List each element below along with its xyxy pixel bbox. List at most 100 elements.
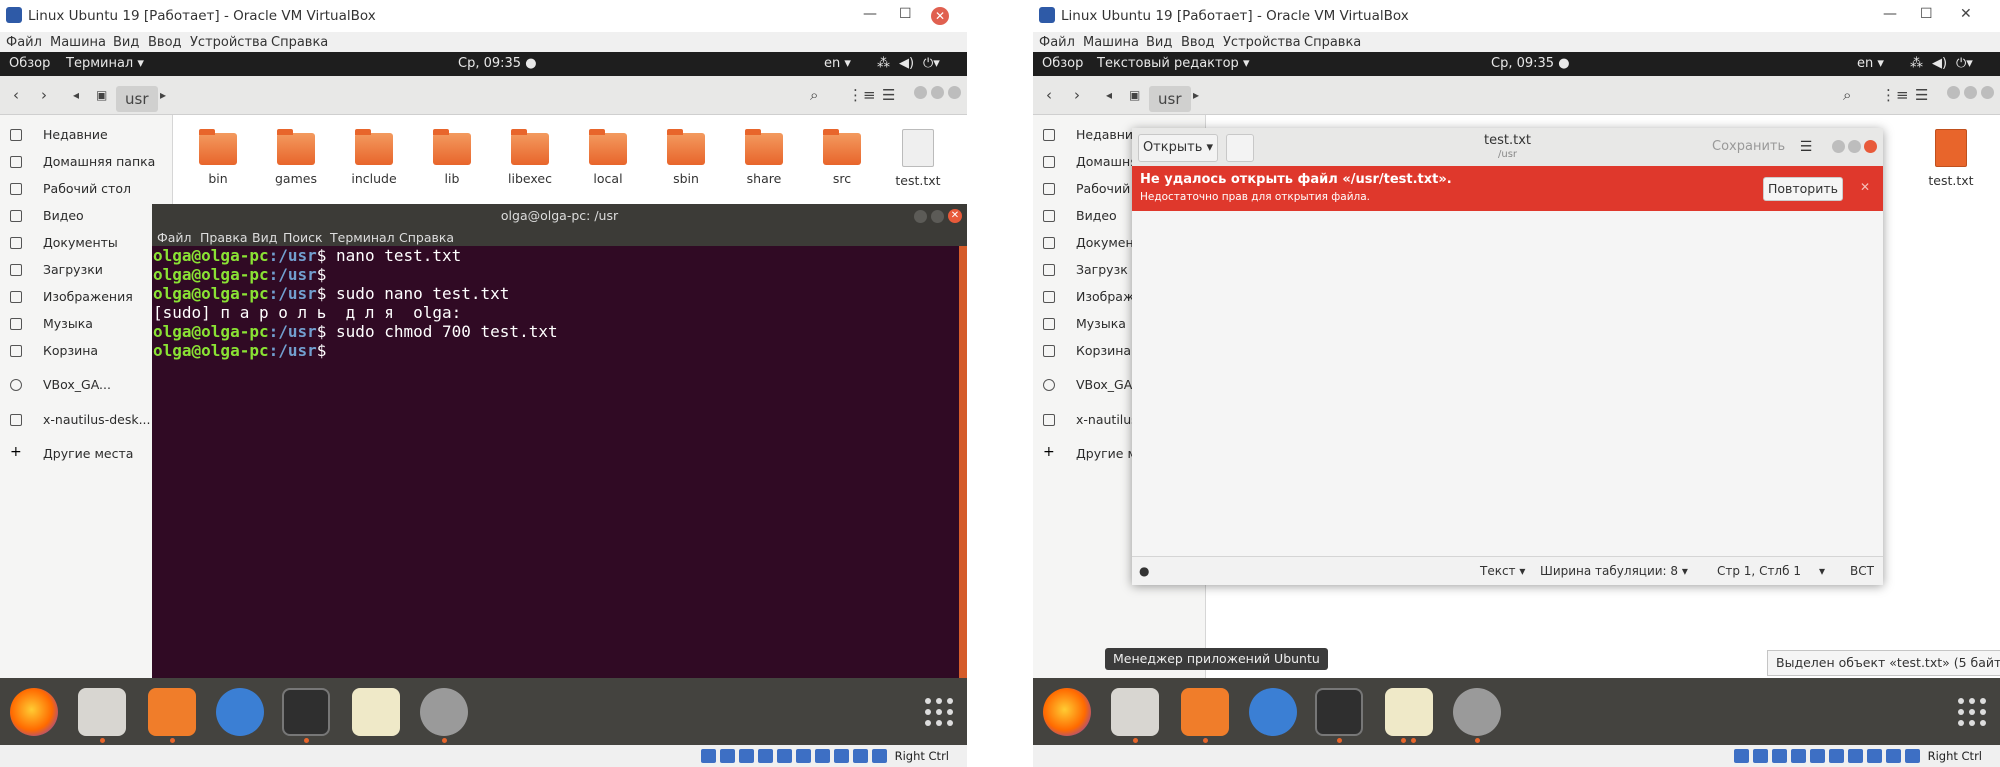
terminal-output[interactable]: olga@olga-pc:/usr$ nano test.txt olga@ol… bbox=[152, 246, 959, 680]
show-applications-icon[interactable] bbox=[1958, 698, 1986, 726]
back-icon[interactable]: ‹ bbox=[13, 86, 19, 104]
path-left-icon[interactable]: ◂ bbox=[73, 88, 79, 102]
settings-icon[interactable] bbox=[420, 688, 468, 736]
tab-width-selector[interactable]: Ширина табуляции: 8 ▾ bbox=[1540, 564, 1688, 578]
volume-icon[interactable]: ◀) bbox=[1932, 56, 1947, 71]
software-center-icon[interactable] bbox=[1181, 688, 1229, 736]
volume-icon[interactable]: ◀) bbox=[899, 56, 914, 71]
clock[interactable]: Ср, 09:35 ● bbox=[458, 56, 537, 71]
terminal-icon[interactable] bbox=[282, 688, 330, 736]
app-menu[interactable]: Терминал ▾ bbox=[66, 56, 144, 71]
power-icon[interactable]: ⏻▾ bbox=[1956, 56, 1973, 71]
window-minimize-icon[interactable] bbox=[1947, 86, 1960, 99]
editor-close-icon[interactable] bbox=[1864, 140, 1877, 153]
menu-file[interactable]: Файл bbox=[1039, 35, 1075, 50]
folder-local[interactable]: local bbox=[573, 129, 643, 186]
language-indicator[interactable]: en ▾ bbox=[1857, 56, 1884, 71]
window-close-icon[interactable] bbox=[948, 86, 961, 99]
forward-icon[interactable]: › bbox=[41, 86, 47, 104]
path-breadcrumb[interactable]: usr bbox=[116, 86, 158, 112]
language-indicator[interactable]: en ▾ bbox=[824, 56, 851, 71]
terminal-close-icon[interactable]: ✕ bbox=[948, 209, 962, 223]
search-icon[interactable]: ⌕ bbox=[1843, 86, 1851, 104]
close-icon[interactable]: ✕ bbox=[931, 7, 949, 25]
menu-help[interactable]: Справка bbox=[271, 35, 328, 50]
menu-devices[interactable]: Устройства bbox=[190, 35, 268, 50]
menu-view[interactable]: Вид bbox=[1146, 35, 1172, 50]
file-test-txt[interactable]: test.txt bbox=[883, 129, 953, 188]
terminal-menu-terminal[interactable]: Терминал bbox=[330, 230, 395, 245]
close-infobar-icon[interactable]: ✕ bbox=[1860, 180, 1870, 194]
software-center-icon[interactable] bbox=[148, 688, 196, 736]
menu-file[interactable]: Файл bbox=[6, 35, 42, 50]
power-icon[interactable]: ⏻▾ bbox=[923, 56, 940, 71]
help-icon[interactable] bbox=[216, 688, 264, 736]
view-options-icon[interactable]: ⋮≡ bbox=[848, 86, 876, 104]
terminal-maximize-icon[interactable] bbox=[931, 210, 944, 223]
menu-icon[interactable]: ☰ bbox=[1915, 86, 1928, 104]
menu-help[interactable]: Справка bbox=[1304, 35, 1361, 50]
editor-maximize-icon[interactable] bbox=[1848, 140, 1861, 153]
clock[interactable]: Ср, 09:35 ● bbox=[1491, 56, 1570, 71]
minimize-icon[interactable]: — bbox=[1883, 6, 1897, 22]
cursor-position[interactable]: Стр 1, Стлб 1 bbox=[1717, 564, 1801, 578]
sidebar-toggle-icon[interactable]: ● bbox=[1139, 564, 1149, 578]
folder-bin[interactable]: bin bbox=[183, 129, 253, 186]
sidebar-item-videos[interactable]: Видео bbox=[0, 203, 172, 229]
sidebar-item-documents[interactable]: Документы bbox=[0, 230, 172, 256]
path-right-icon[interactable]: ▸ bbox=[160, 88, 166, 102]
folder-libexec[interactable]: libexec bbox=[495, 129, 565, 186]
text-editor-icon[interactable] bbox=[1385, 688, 1433, 736]
sidebar-item-other-locations[interactable]: + Другие места bbox=[0, 441, 172, 467]
menu-machine[interactable]: Машина bbox=[1083, 35, 1139, 50]
view-options-icon[interactable]: ⋮≡ bbox=[1881, 86, 1909, 104]
terminal-menu-file[interactable]: Файл bbox=[157, 230, 192, 245]
folder-include[interactable]: include bbox=[339, 129, 409, 186]
editor-minimize-icon[interactable] bbox=[1832, 140, 1845, 153]
path-breadcrumb[interactable]: usr bbox=[1149, 86, 1191, 112]
activities-button[interactable]: Обзор bbox=[9, 56, 50, 71]
sidebar-item-recent[interactable]: Недавние bbox=[0, 122, 172, 148]
sidebar-item-pictures[interactable]: Изображения bbox=[0, 284, 172, 310]
help-icon[interactable] bbox=[1249, 688, 1297, 736]
close-icon[interactable]: ✕ bbox=[1960, 6, 1972, 22]
sidebar-item-home[interactable]: Домашняя папка bbox=[0, 149, 172, 175]
text-editor-icon[interactable] bbox=[352, 688, 400, 736]
path-right-icon[interactable]: ▸ bbox=[1193, 88, 1199, 102]
editor-text-area[interactable] bbox=[1132, 211, 1883, 556]
window-maximize-icon[interactable] bbox=[931, 86, 944, 99]
hamburger-menu-icon[interactable]: ☰ bbox=[1792, 134, 1820, 160]
terminal-menu-view[interactable]: Вид bbox=[252, 230, 277, 245]
folder-sbin[interactable]: sbin bbox=[651, 129, 721, 186]
terminal-menu-search[interactable]: Поиск bbox=[283, 230, 323, 245]
sidebar-item-vbox-ga[interactable]: VBox_GA... bbox=[0, 372, 172, 398]
language-mode-selector[interactable]: Текст ▾ bbox=[1480, 564, 1525, 578]
sidebar-item-trash[interactable]: Корзина bbox=[0, 338, 172, 364]
menu-icon[interactable]: ☰ bbox=[882, 86, 895, 104]
terminal-icon[interactable] bbox=[1315, 688, 1363, 736]
file-test-txt[interactable]: test.txt bbox=[1916, 129, 1986, 188]
maximize-icon[interactable]: ☐ bbox=[1920, 6, 1933, 22]
retry-button[interactable]: Повторить bbox=[1763, 177, 1843, 201]
folder-src[interactable]: src bbox=[807, 129, 877, 186]
show-applications-icon[interactable] bbox=[925, 698, 953, 726]
sidebar-item-desktop[interactable]: Рабочий стол bbox=[0, 176, 172, 202]
app-menu[interactable]: Текстовый редактор ▾ bbox=[1097, 56, 1249, 71]
folder-lib[interactable]: lib bbox=[417, 129, 487, 186]
window-maximize-icon[interactable] bbox=[1964, 86, 1977, 99]
network-icon[interactable]: ⁂ bbox=[1910, 56, 1923, 71]
menu-input[interactable]: Ввод bbox=[1181, 35, 1215, 50]
terminal-minimize-icon[interactable] bbox=[914, 210, 927, 223]
terminal-menu-help[interactable]: Справка bbox=[399, 230, 454, 245]
menu-devices[interactable]: Устройства bbox=[1223, 35, 1301, 50]
activities-button[interactable]: Обзор bbox=[1042, 56, 1083, 71]
files-icon[interactable] bbox=[78, 688, 126, 736]
folder-share[interactable]: share bbox=[729, 129, 799, 186]
search-icon[interactable]: ⌕ bbox=[810, 86, 818, 104]
terminal-scrollbar[interactable] bbox=[959, 246, 967, 680]
settings-icon[interactable] bbox=[1453, 688, 1501, 736]
back-icon[interactable]: ‹ bbox=[1046, 86, 1052, 104]
position-dropdown-icon[interactable]: ▾ bbox=[1819, 564, 1825, 578]
firefox-icon[interactable] bbox=[10, 688, 58, 736]
menu-input[interactable]: Ввод bbox=[148, 35, 182, 50]
